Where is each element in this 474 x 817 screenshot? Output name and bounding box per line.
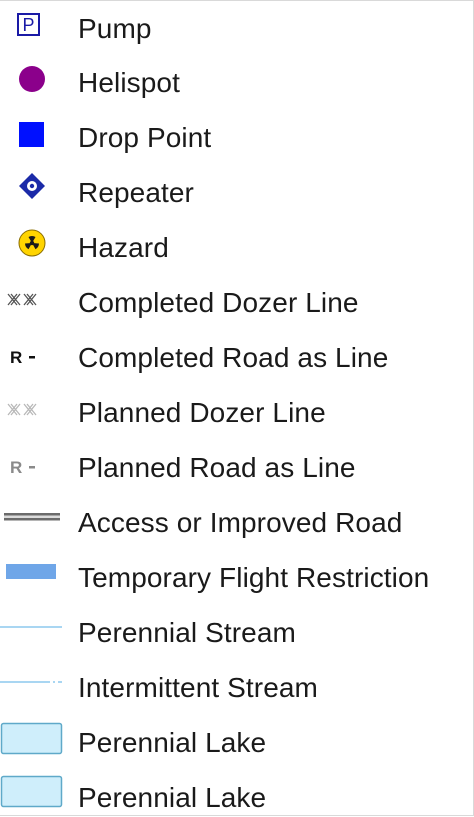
legend-item-perennial-lake: Perennial Lake	[0, 763, 472, 817]
legend-item-drop-point: Drop Point	[0, 111, 472, 165]
legend-item-planned-dozer-line: Planned Dozer Line	[0, 386, 472, 440]
legend-item-completed-road-line: R Completed Road as Line	[0, 331, 472, 385]
intermittent-stream-icon	[0, 661, 64, 715]
hazard-icon	[0, 221, 64, 275]
pump-icon: P	[0, 2, 64, 56]
road-letter: R	[10, 348, 22, 367]
perennial-stream-icon	[0, 606, 64, 660]
legend-label: Access or Improved Road	[78, 507, 403, 538]
tfr-icon	[0, 551, 64, 605]
legend-item-intermittent-stream: Intermittent Stream	[0, 661, 472, 715]
legend-item-completed-dozer-line: Completed Dozer Line	[0, 276, 472, 330]
drop-point-icon	[0, 111, 64, 165]
planned-road-line-icon: R	[0, 441, 64, 495]
road-letter: R	[10, 458, 22, 477]
legend-label: Pump	[78, 13, 152, 44]
helispot-icon	[0, 56, 64, 110]
legend-label: Perennial Lake	[78, 781, 267, 813]
legend-item-repeater: Repeater	[0, 166, 472, 220]
legend-item-pump: P Pump	[0, 2, 472, 56]
pump-icon-letter: P	[22, 15, 34, 35]
legend-item-perennial-lake: Perennial Lake	[0, 716, 472, 770]
legend-label: Planned Dozer Line	[78, 397, 326, 428]
legend-label: Completed Road as Line	[78, 342, 389, 373]
repeater-icon	[0, 166, 64, 220]
legend-label: Intermittent Stream	[78, 672, 318, 703]
completed-road-line-icon: R	[0, 331, 64, 385]
legend-label: Drop Point	[78, 122, 212, 153]
legend-label: Temporary Flight Restriction	[78, 562, 430, 593]
legend-item-planned-road-line: R Planned Road as Line	[0, 441, 472, 495]
legend-label: Hazard	[78, 232, 169, 263]
completed-dozer-line-icon	[0, 276, 64, 330]
perennial-lake-icon	[0, 763, 64, 817]
legend-label: Perennial Lake	[78, 727, 267, 758]
legend-label: Completed Dozer Line	[78, 287, 359, 318]
access-road-icon	[0, 496, 64, 550]
legend-label: Perennial Stream	[78, 617, 296, 648]
legend-label: Planned Road as Line	[78, 452, 356, 483]
legend-item-helispot: Helispot	[0, 56, 472, 110]
legend-item-tfr: Temporary Flight Restriction	[0, 551, 472, 605]
legend-item-hazard: Hazard	[0, 221, 472, 275]
legend-label: Repeater	[78, 177, 194, 208]
legend-item-perennial-stream: Perennial Stream	[0, 606, 472, 660]
map-legend: P Pump Helispot Drop Point Repeater Haza…	[0, 0, 474, 816]
legend-item-access-road: Access or Improved Road	[0, 496, 472, 550]
perennial-lake-icon	[0, 716, 64, 770]
planned-dozer-line-icon	[0, 386, 64, 440]
legend-label: Helispot	[78, 67, 180, 98]
